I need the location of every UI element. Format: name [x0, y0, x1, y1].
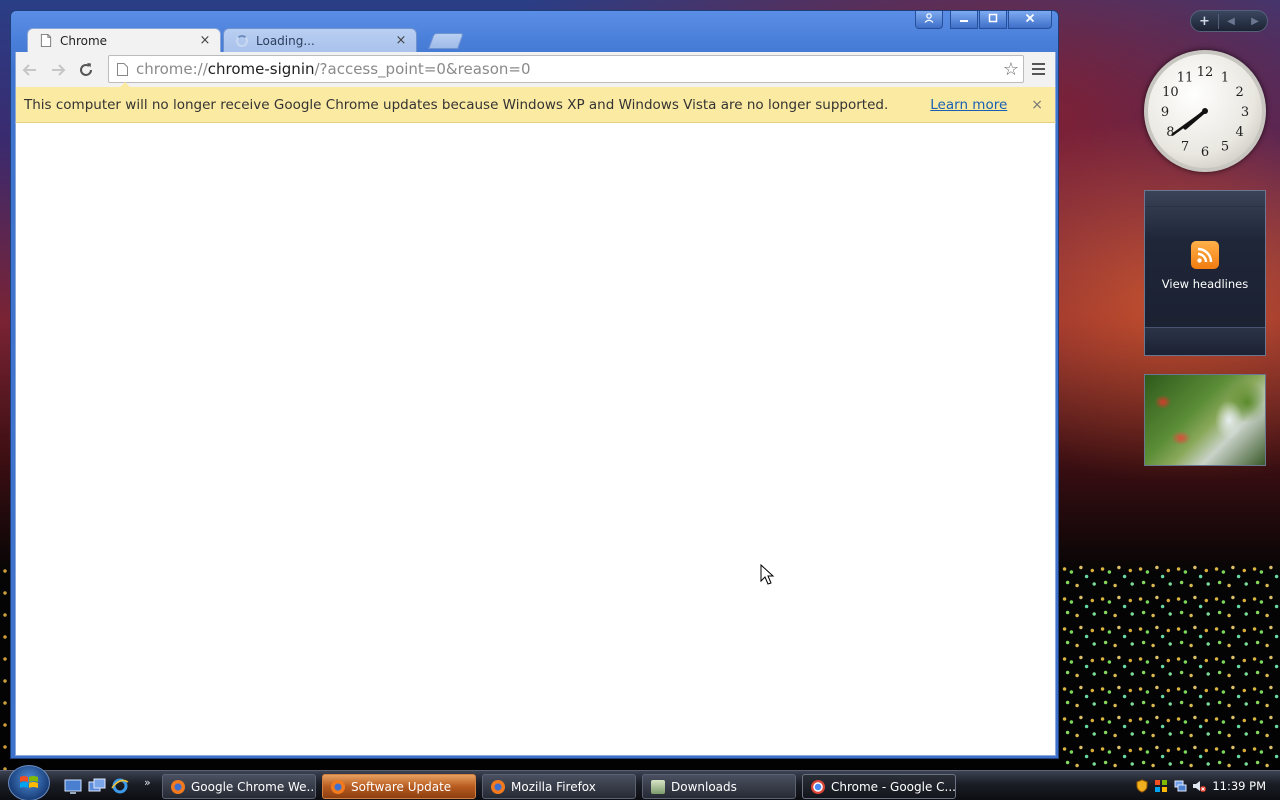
clock-number: 2 [1236, 85, 1244, 100]
clock-gadget[interactable]: 12 1 2 3 4 5 6 7 8 9 10 11 [1144, 50, 1266, 172]
windows-update-icon[interactable] [1154, 779, 1168, 793]
gadget-header [1145, 191, 1265, 207]
url-scheme: chrome:// [136, 60, 208, 78]
taskbar-button-label: Google Chrome We... [191, 779, 316, 794]
bookmark-star-icon[interactable]: ☆ [1003, 59, 1019, 80]
taskbar-button-software-update[interactable]: Software Update [322, 774, 476, 799]
internet-explorer-icon[interactable] [111, 777, 129, 795]
arrow-right-icon [52, 63, 66, 76]
url-path: /?access_point=0&reason=0 [314, 60, 531, 78]
feed-headlines-gadget[interactable]: View headlines [1144, 190, 1266, 356]
network-icon[interactable] [1173, 779, 1187, 793]
reload-icon [80, 62, 92, 76]
clock-number: 11 [1177, 70, 1194, 85]
sidebar-controls: + ◀ ▶ [1190, 10, 1268, 32]
address-bar[interactable]: chrome://chrome-signin/?access_point=0&r… [108, 55, 1024, 83]
page-icon [40, 34, 52, 47]
switch-windows-icon[interactable] [88, 777, 106, 795]
taskbar-button-chrome[interactable]: Chrome - Google C... [802, 774, 956, 799]
tab-close-button[interactable]: × [198, 33, 212, 48]
quick-launch-overflow-icon[interactable]: » [144, 776, 151, 789]
taskbar: » Google Chrome We... Software Update Mo… [0, 765, 1280, 800]
wallpaper-city-lights [1060, 560, 1280, 770]
clock-number: 10 [1162, 85, 1179, 100]
url-host: chrome-signin [207, 60, 315, 78]
clock-number: 12 [1197, 65, 1214, 80]
taskbar-button-label: Downloads [671, 779, 737, 794]
menu-icon-bar [1031, 68, 1045, 70]
window-caption-buttons [915, 11, 1052, 29]
new-tab-button[interactable] [428, 33, 464, 49]
clock-number: 1 [1221, 70, 1229, 85]
clock-number: 7 [1181, 140, 1189, 155]
tab-chrome[interactable]: Chrome × [27, 28, 221, 52]
taskbar-clock[interactable]: 11:39 PM [1212, 779, 1266, 793]
start-button[interactable] [8, 765, 50, 800]
tab-title: Chrome [60, 33, 108, 48]
clock-number: 3 [1241, 105, 1249, 120]
loading-spinner-icon [236, 34, 248, 47]
menu-icon-bar [1031, 73, 1045, 75]
tab-loading[interactable]: Loading... × [223, 28, 417, 52]
update-infobar: This computer will no longer receive Goo… [15, 87, 1056, 123]
folder-icon [651, 779, 665, 794]
infobar-close-button[interactable]: × [1031, 97, 1043, 113]
tab-close-button[interactable]: × [394, 33, 408, 48]
maximize-icon [988, 13, 998, 23]
mouse-cursor-icon [760, 564, 775, 585]
taskbar-button-google-chrome-web[interactable]: Google Chrome We... [162, 774, 316, 799]
taskbar-button-label: Software Update [351, 779, 452, 794]
clock-face: 12 12 3 45678 9 1011 [1161, 65, 1249, 160]
maximize-button[interactable] [979, 11, 1007, 29]
previous-page-button[interactable]: ◀ [1219, 16, 1243, 27]
learn-more-link[interactable]: Learn more [930, 97, 1007, 113]
clock-number: 5 [1221, 140, 1229, 155]
minimize-icon [960, 20, 968, 22]
windows-logo-icon [20, 776, 38, 788]
clock-center-pin [1202, 108, 1208, 114]
clock-number: 6 [1201, 145, 1209, 160]
next-page-button[interactable]: ▶ [1243, 16, 1267, 27]
firefox-icon [491, 779, 505, 794]
browser-toolbar: chrome://chrome-signin/?access_point=0&r… [15, 52, 1056, 87]
rss-glyph-icon [1197, 247, 1213, 263]
system-tray: 11:39 PM [1130, 771, 1280, 800]
clock-minute-hand [1171, 109, 1207, 136]
back-button[interactable] [16, 56, 44, 84]
close-icon [1025, 13, 1035, 23]
security-shield-icon[interactable] [1135, 779, 1149, 793]
taskbar-button-label: Chrome - Google C... [831, 779, 956, 794]
page-content[interactable] [15, 123, 1056, 756]
menu-icon-bar [1031, 63, 1045, 65]
chrome-window[interactable]: Chrome × Loading... × chrome://chrome-si… [10, 10, 1059, 759]
page-icon [117, 62, 128, 76]
rss-icon [1191, 241, 1219, 269]
taskbar-button-mozilla-firefox[interactable]: Mozilla Firefox [482, 774, 636, 799]
chrome-menu-button[interactable] [1027, 58, 1049, 80]
forward-button[interactable] [44, 56, 72, 84]
add-gadget-button[interactable]: + [1191, 13, 1219, 29]
firefox-icon [331, 779, 345, 794]
minimize-button[interactable] [950, 11, 978, 29]
firefox-icon [171, 779, 185, 794]
close-window-button[interactable] [1008, 11, 1052, 29]
person-icon [924, 13, 934, 23]
profile-button[interactable] [915, 11, 943, 29]
chrome-icon [811, 779, 825, 794]
tab-strip: Chrome × Loading... × [27, 28, 727, 52]
arrow-left-icon [22, 63, 36, 76]
slideshow-gadget-waterfall-photo[interactable] [1144, 374, 1266, 466]
gadget-footer [1145, 327, 1265, 355]
view-headlines-label[interactable]: View headlines [1162, 277, 1248, 291]
reload-button[interactable] [72, 56, 100, 84]
clock-number: 9 [1161, 105, 1169, 120]
tab-title: Loading... [256, 33, 315, 48]
taskbar-button-downloads[interactable]: Downloads [642, 774, 796, 799]
infobar-message: This computer will no longer receive Goo… [24, 96, 889, 113]
clock-number: 8 [1166, 125, 1174, 140]
show-desktop-icon[interactable] [64, 777, 82, 795]
taskbar-button-label: Mozilla Firefox [511, 779, 596, 794]
volume-muted-icon[interactable] [1192, 779, 1206, 793]
clock-number: 4 [1236, 125, 1244, 140]
